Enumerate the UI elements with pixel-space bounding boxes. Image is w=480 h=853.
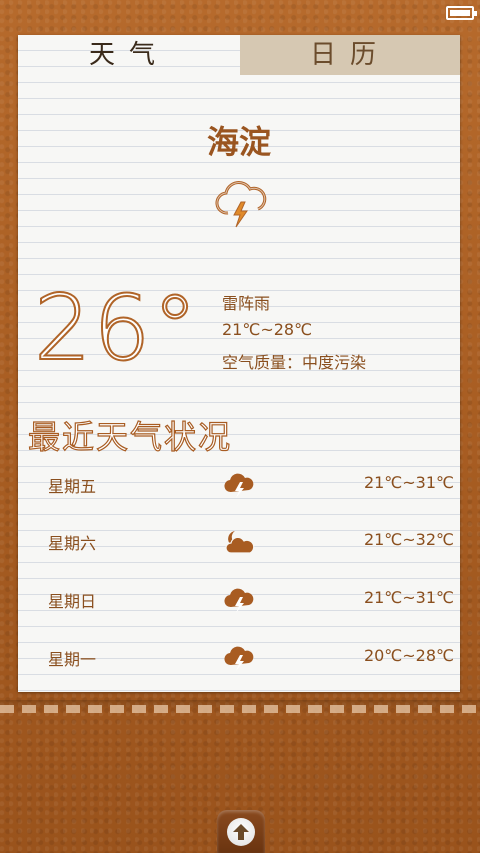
tab-calendar[interactable]: 日历 (240, 35, 460, 75)
battery-icon (446, 6, 477, 20)
forecast-range: 20℃~28℃ (363, 646, 454, 665)
current-temperature: 26° (33, 276, 200, 381)
status-bar (0, 0, 480, 28)
forecast-row: 星期一 20℃~28℃ (18, 638, 460, 678)
moon-cloud-icon (225, 531, 255, 554)
current-condition: 雷阵雨 (222, 294, 271, 313)
city-name: 海淀 (206, 123, 271, 161)
forecast-row: 星期五 21℃~31℃ (18, 465, 460, 505)
forecast-day: 星期一 (48, 650, 97, 669)
forecast-range: 21℃~32℃ (363, 530, 454, 549)
forecast-day: 星期六 (48, 534, 97, 553)
forecast-row: 星期日 21℃~31℃ (18, 580, 460, 620)
recent-weather-title: 最近天气状况 (27, 417, 233, 456)
air-quality: 空气质量：中度污染 (222, 353, 367, 372)
thunderstorm-icon (224, 473, 254, 498)
forecast-day: 星期日 (48, 592, 97, 611)
forecast-range: 21℃~31℃ (363, 473, 454, 492)
thunderstorm-icon (224, 646, 254, 671)
weather-card: 天气 日历 海淀 26° 雷阵雨 21℃~28℃ 空气质量：中度污染 最近天气状… (18, 35, 460, 692)
arrow-up-icon (227, 818, 255, 846)
leather-stitch (0, 705, 480, 713)
thunderstorm-icon (224, 588, 254, 613)
forecast-range: 21℃~31℃ (363, 588, 454, 607)
tab-weather[interactable]: 天气 (18, 35, 240, 75)
forecast-row: 星期六 21℃~32℃ (18, 522, 460, 562)
current-range: 21℃~28℃ (222, 320, 313, 339)
forecast-day: 星期五 (48, 477, 97, 496)
thunderstorm-icon (215, 181, 267, 228)
expand-up-button[interactable] (217, 810, 265, 853)
